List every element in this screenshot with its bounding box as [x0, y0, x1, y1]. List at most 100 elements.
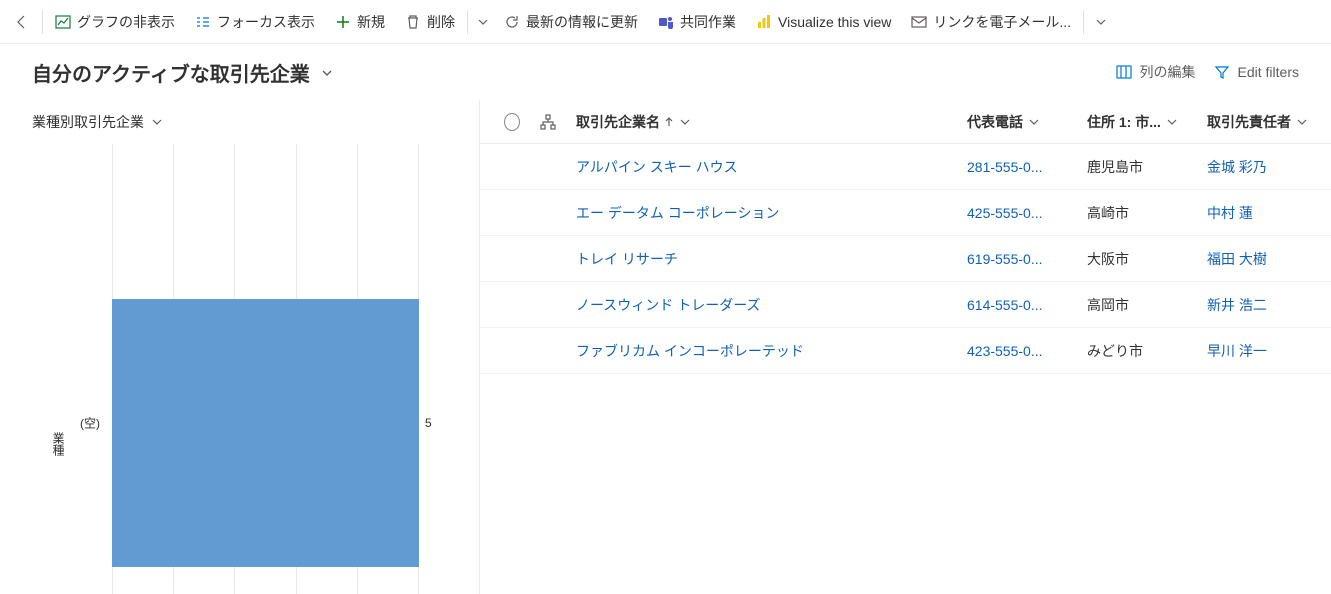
- account-name-link[interactable]: ノースウィンド トレーダーズ: [576, 295, 761, 315]
- delete-label: 削除: [427, 12, 455, 32]
- city-cell: 高岡市: [1077, 295, 1197, 315]
- city-cell: みどり市: [1077, 341, 1197, 361]
- chevron-down-icon: [478, 14, 488, 30]
- focus-view-label: フォーカス表示: [217, 12, 315, 32]
- separator: [467, 10, 468, 34]
- column-header-owner[interactable]: 取引先責任者: [1197, 112, 1317, 132]
- chevron-down-icon: [1029, 114, 1039, 130]
- chart-panel: 業種別取引先企業: [0, 100, 480, 594]
- chevron-down-icon: [322, 61, 332, 84]
- grid-body: アルパイン スキー ハウス 281-555-0... 鹿児島市金城 彩乃エー データ…: [480, 144, 1331, 374]
- account-name-link[interactable]: アルパイン スキー ハウス: [576, 157, 738, 177]
- table-row[interactable]: エー データム コーポレーション 425-555-0... 高崎市中村 蓮: [480, 190, 1331, 236]
- trash-icon: [405, 14, 421, 30]
- edit-columns-label: 列の編集: [1140, 62, 1196, 82]
- column-header-phone[interactable]: 代表電話: [957, 112, 1077, 132]
- filter-icon: [1214, 64, 1230, 80]
- city-cell: 大阪市: [1077, 249, 1197, 269]
- grid-header: 取引先企業名 代表電話 住所 1: 市...: [480, 100, 1331, 144]
- chevron-down-icon: [1167, 114, 1177, 130]
- plus-icon: [335, 14, 351, 30]
- table-row[interactable]: トレイ リサーチ 619-555-0... 大阪市福田 大樹: [480, 236, 1331, 282]
- chevron-down-icon: [680, 114, 690, 130]
- sort-asc-icon: [664, 114, 674, 130]
- hierarchy-header[interactable]: [530, 114, 566, 130]
- email-icon: [911, 14, 927, 30]
- chart-body: (空) 5 業種: [0, 144, 479, 594]
- view-title-text: 自分のアクティブな取引先企業: [32, 58, 310, 87]
- owner-link[interactable]: 早川 洋一: [1207, 341, 1267, 361]
- chart-axis-label: 業種: [50, 432, 67, 456]
- columns-icon: [1116, 64, 1132, 80]
- hierarchy-icon: [540, 114, 556, 130]
- chart-category-label: (空): [80, 415, 100, 432]
- chart-header: 業種別取引先企業: [0, 100, 479, 144]
- separator: [1083, 10, 1084, 34]
- chart-bar[interactable]: [112, 299, 419, 567]
- phone-link[interactable]: 423-555-0...: [967, 343, 1043, 359]
- owner-link[interactable]: 中村 蓮: [1207, 203, 1253, 223]
- phone-link[interactable]: 425-555-0...: [967, 205, 1043, 221]
- more-button[interactable]: [401, 112, 421, 132]
- hide-chart-label: グラフの非表示: [77, 12, 175, 32]
- chevron-down-icon: [1297, 114, 1307, 130]
- column-header-name[interactable]: 取引先企業名: [566, 112, 957, 132]
- account-name-link[interactable]: トレイ リサーチ: [576, 249, 678, 269]
- visualize-label: Visualize this view: [778, 14, 891, 30]
- chevron-down-icon: [152, 114, 162, 130]
- edit-columns-button[interactable]: 列の編集: [1116, 62, 1196, 82]
- phone-link[interactable]: 281-555-0...: [967, 159, 1043, 175]
- chart-title-text: 業種別取引先企業: [32, 112, 144, 132]
- chart-icon: [55, 14, 71, 30]
- chevron-down-icon: [1096, 14, 1106, 30]
- separator: [42, 10, 43, 34]
- close-chart-button[interactable]: [439, 112, 459, 132]
- select-all-circle-icon: [504, 113, 520, 131]
- overflow-button[interactable]: [1086, 0, 1114, 43]
- chart-selector[interactable]: 業種別取引先企業: [32, 112, 162, 132]
- column-name-label: 取引先企業名: [576, 112, 660, 132]
- phone-link[interactable]: 614-555-0...: [967, 297, 1043, 313]
- chart-value-label: 5: [425, 416, 432, 430]
- content-area: 業種別取引先企業: [0, 100, 1331, 594]
- powerbi-icon: [756, 14, 772, 30]
- table-row[interactable]: ノースウィンド トレーダーズ 614-555-0... 高岡市新井 浩二: [480, 282, 1331, 328]
- collaborate-button[interactable]: 共同作業: [648, 0, 746, 43]
- table-row[interactable]: ファブリカム インコーポレーテッド 423-555-0... みどり市早川 洋一: [480, 328, 1331, 374]
- refresh-icon: [504, 14, 520, 30]
- collaborate-label: 共同作業: [680, 12, 736, 32]
- view-header: 自分のアクティブな取引先企業 列の編集 Edit filters: [0, 44, 1331, 100]
- edit-filters-label: Edit filters: [1238, 64, 1299, 80]
- delete-button[interactable]: 削除: [395, 0, 465, 43]
- owner-link[interactable]: 新井 浩二: [1207, 295, 1267, 315]
- delete-split-button[interactable]: [470, 0, 494, 43]
- email-link-label: リンクを電子メール...: [933, 12, 1071, 32]
- owner-link[interactable]: 福田 大樹: [1207, 249, 1267, 269]
- command-bar: グラフの非表示 フォーカス表示 新規 削除 最新の情報に更新 共同作: [0, 0, 1331, 44]
- visualize-button[interactable]: Visualize this view: [746, 0, 901, 43]
- refresh-button[interactable]: 最新の情報に更新: [494, 0, 648, 43]
- column-phone-label: 代表電話: [967, 112, 1023, 132]
- account-name-link[interactable]: ファブリカム インコーポレーテッド: [576, 341, 804, 361]
- back-arrow-icon: [14, 14, 30, 30]
- new-label: 新規: [357, 12, 385, 32]
- phone-link[interactable]: 619-555-0...: [967, 251, 1043, 267]
- focus-icon: [195, 14, 211, 30]
- hide-chart-button[interactable]: グラフの非表示: [45, 0, 185, 43]
- owner-link[interactable]: 金城 彩乃: [1207, 157, 1267, 177]
- city-cell: 高崎市: [1077, 203, 1197, 223]
- view-title-selector[interactable]: 自分のアクティブな取引先企業: [32, 58, 332, 87]
- select-all-cell[interactable]: [494, 113, 530, 131]
- edit-filters-button[interactable]: Edit filters: [1214, 64, 1299, 80]
- table-row[interactable]: アルパイン スキー ハウス 281-555-0... 鹿児島市金城 彩乃: [480, 144, 1331, 190]
- column-header-city[interactable]: 住所 1: 市...: [1077, 112, 1197, 132]
- column-city-label: 住所 1: 市...: [1087, 112, 1161, 132]
- city-cell: 鹿児島市: [1077, 157, 1197, 177]
- email-link-button[interactable]: リンクを電子メール...: [901, 0, 1081, 43]
- account-name-link[interactable]: エー データム コーポレーション: [576, 203, 780, 223]
- refresh-label: 最新の情報に更新: [526, 12, 638, 32]
- data-grid: 取引先企業名 代表電話 住所 1: 市...: [480, 100, 1331, 594]
- new-button[interactable]: 新規: [325, 0, 395, 43]
- back-button[interactable]: [4, 0, 40, 43]
- focus-view-button[interactable]: フォーカス表示: [185, 0, 325, 43]
